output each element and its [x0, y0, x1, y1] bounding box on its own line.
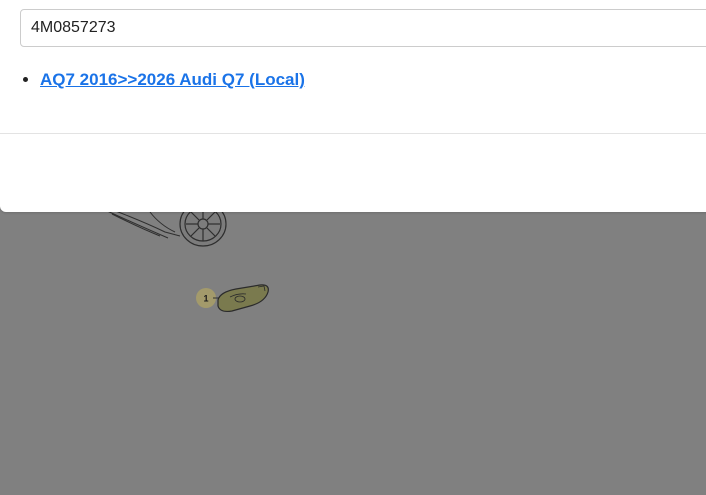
divider [0, 133, 706, 134]
result-link[interactable]: AQ7 2016>>2026 Audi Q7 (Local) [40, 70, 305, 89]
list-item: AQ7 2016>>2026 Audi Q7 (Local) [40, 64, 700, 96]
search-panel: AQ7 2016>>2026 Audi Q7 (Local) [0, 0, 706, 212]
callout-number: 1 [203, 294, 208, 304]
key-fob-icon [217, 284, 269, 313]
results-list: AQ7 2016>>2026 Audi Q7 (Local) [0, 64, 700, 96]
part-search-input[interactable] [20, 9, 706, 47]
